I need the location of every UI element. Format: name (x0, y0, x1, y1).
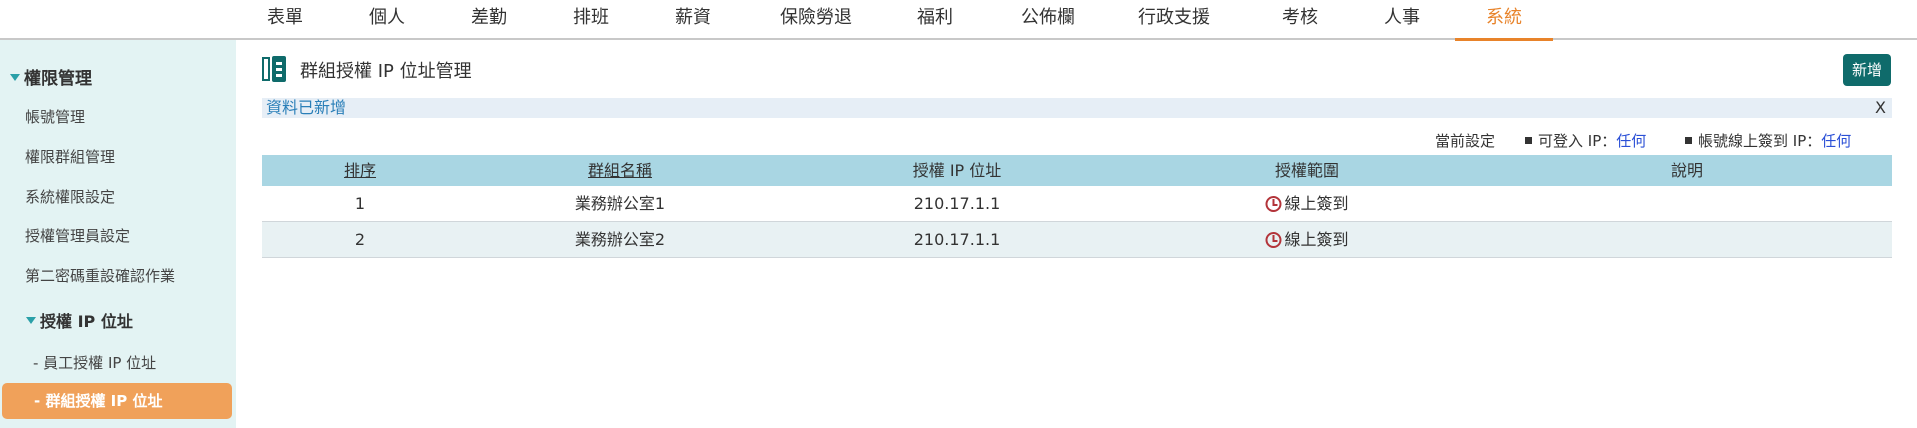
header-scope: 授權範圍 (1274, 161, 1340, 180)
nav-item-personal[interactable]: 個人 (364, 0, 410, 40)
cell-scope-label: 線上簽到 (1284, 194, 1349, 213)
cell-scope: 線上簽到 (1265, 186, 1349, 222)
cell-order: 1 (354, 194, 366, 213)
caret-down-icon (10, 73, 20, 81)
caret-down-icon (26, 317, 36, 324)
cell-scope-label: 線上簽到 (1284, 230, 1349, 249)
header-ip-address: 授權 IP 位址 (912, 161, 1002, 180)
signin-ip-link[interactable]: 任何 (1821, 132, 1851, 150)
sidebar-group-label: 權限管理 (24, 69, 92, 89)
nav-item-payroll[interactable]: 薪資 (670, 0, 716, 40)
sidebar-item-admin-settings[interactable]: 授權管理員設定 (25, 225, 130, 246)
add-button[interactable]: 新增 (1843, 54, 1891, 86)
cell-group-name: 業務辦公室2 (574, 230, 666, 249)
cell-scope: 線上簽到 (1265, 222, 1349, 258)
nav-item-bulletin[interactable]: 公佈欄 (1015, 0, 1081, 40)
message-text: 資料已新增 (266, 98, 347, 117)
nav-item-system[interactable]: 系統 (1455, 0, 1553, 41)
bullet-icon (1685, 137, 1692, 144)
login-ip-link[interactable]: 任何 (1616, 132, 1646, 150)
nav-item-scheduling[interactable]: 排班 (568, 0, 614, 40)
header-description: 說明 (1670, 161, 1704, 180)
nav-item-admin-support[interactable]: 行政支援 (1130, 0, 1218, 40)
header-order[interactable]: 排序 (344, 155, 376, 186)
cell-group-name: 業務辦公室1 (574, 194, 666, 213)
signin-ip-label: 帳號線上簽到 IP： (1698, 132, 1822, 150)
nav-item-attendance[interactable]: 差勤 (466, 0, 512, 40)
sidebar-group-permission[interactable]: 權限管理 (10, 64, 92, 89)
login-ip-setting: 可登入 IP：任何 (1525, 130, 1646, 151)
sidebar-subgroup-ip[interactable]: 授權 IP 位址 (26, 308, 133, 332)
document-panel-icon (262, 56, 286, 82)
settings-label: 當前設定 (1435, 132, 1496, 150)
clock-icon (1265, 195, 1282, 212)
login-ip-label: 可登入 IP： (1538, 132, 1617, 150)
header-group-name[interactable]: 群組名稱 (588, 155, 652, 186)
page-title: 群組授權 IP 位址管理 (300, 61, 472, 82)
sidebar-item-accounts[interactable]: 帳號管理 (25, 106, 85, 127)
sidebar: 權限管理 帳號管理 權限群組管理 系統權限設定 授權管理員設定 第二密碼重設確認… (0, 40, 236, 428)
bullet-icon (1525, 137, 1532, 144)
nav-item-hr[interactable]: 人事 (1379, 0, 1425, 40)
table-row[interactable]: 1 業務辦公室1 210.17.1.1 線上簽到 (262, 186, 1892, 222)
sidebar-item-permission-groups[interactable]: 權限群組管理 (25, 146, 115, 167)
nav-item-insurance[interactable]: 保險勞退 (772, 0, 860, 40)
table-header: 排序 群組名稱 授權 IP 位址 授權範圍 說明 (262, 155, 1892, 186)
cell-ip-address: 210.17.1.1 (913, 194, 1001, 213)
clock-icon (1265, 231, 1282, 248)
cell-order: 2 (354, 230, 366, 249)
nav-item-evaluation[interactable]: 考核 (1277, 0, 1323, 40)
nav-item-welfare[interactable]: 福利 (912, 0, 958, 40)
cell-ip-address: 210.17.1.1 (913, 230, 1001, 249)
nav-item-forms[interactable]: 表單 (262, 0, 308, 40)
sidebar-item-system-permissions[interactable]: 系統權限設定 (25, 186, 115, 207)
sidebar-item-second-password[interactable]: 第二密碼重設確認作業 (25, 265, 175, 286)
signin-ip-setting: 帳號線上簽到 IP：任何 (1685, 130, 1851, 151)
sidebar-item-group-ip[interactable]: - 群組授權 IP 位址 (2, 383, 232, 419)
sidebar-item-employee-ip[interactable]: - 員工授權 IP 位址 (33, 352, 156, 373)
close-message-button[interactable]: X (1875, 98, 1886, 118)
top-nav: 表單 個人 差勤 排班 薪資 保險勞退 福利 公佈欄 行政支援 考核 人事 系統 (0, 0, 1917, 41)
message-bar: 資料已新增 X (262, 98, 1892, 118)
table-row[interactable]: 2 業務辦公室2 210.17.1.1 線上簽到 (262, 222, 1892, 258)
sidebar-subgroup-label: 授權 IP 位址 (40, 312, 133, 331)
